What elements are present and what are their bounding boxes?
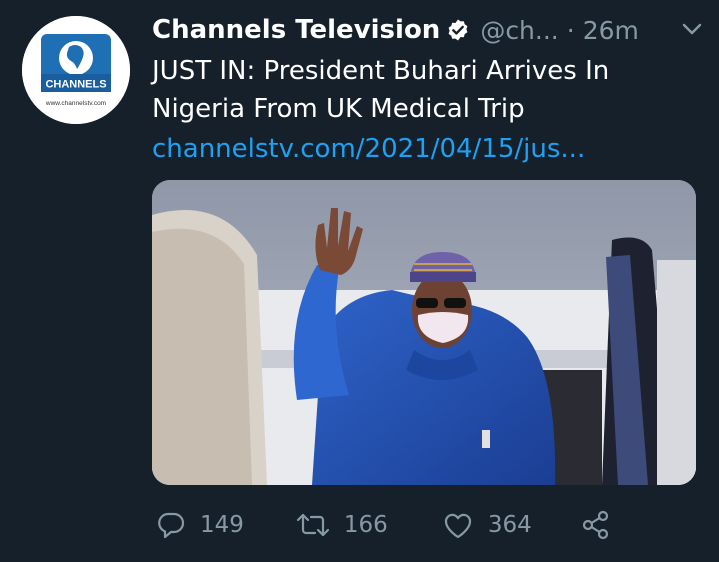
logo-website: www.channelstv.com: [45, 100, 106, 107]
tweet-link[interactable]: channelstv.com/2021/04/15/jus...: [152, 130, 585, 168]
president-waving-photo: [152, 180, 696, 485]
chevron-down-icon[interactable]: [679, 16, 705, 46]
share-button[interactable]: [580, 510, 612, 540]
reply-icon: [156, 510, 186, 540]
reply-count: 149: [200, 512, 244, 538]
author-name[interactable]: Channels Television: [152, 15, 440, 45]
tweet-actions: 149 166 364: [152, 503, 672, 547]
share-icon: [580, 510, 612, 540]
heart-icon: [442, 510, 474, 540]
like-button[interactable]: 364: [442, 510, 532, 540]
like-count: 364: [487, 512, 532, 538]
separator-dot: ·: [566, 15, 575, 45]
tweet-timestamp[interactable]: 26m: [583, 16, 639, 45]
reply-button[interactable]: 149: [156, 510, 244, 540]
tweet-photo[interactable]: [152, 180, 696, 485]
tweet-header: Channels Television @ch... · 26m: [152, 10, 705, 50]
retweet-count: 166: [343, 512, 388, 538]
author-handle[interactable]: @ch...: [480, 16, 558, 45]
retweet-button[interactable]: 166: [296, 510, 388, 540]
tweet-text: JUST IN: President Buhari Arrives In Nig…: [152, 56, 610, 124]
verified-badge-icon: [446, 18, 470, 42]
retweet-icon: [296, 510, 330, 540]
logo-text: CHANNELS: [45, 79, 106, 91]
author-avatar[interactable]: CHANNELS www.channelstv.com: [22, 16, 130, 124]
channels-logo: CHANNELS www.channelstv.com: [22, 16, 130, 124]
